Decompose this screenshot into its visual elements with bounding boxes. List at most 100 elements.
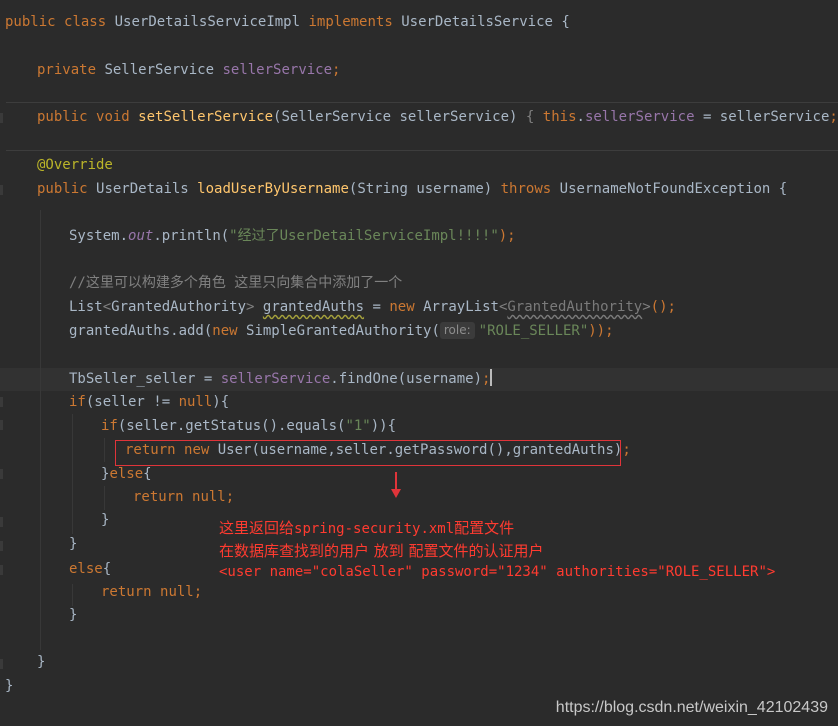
find-one-call: .findOne(username)	[330, 371, 483, 387]
keyword-implements: implements	[308, 14, 393, 30]
generic-close: >	[246, 299, 255, 315]
string-literal: "经过了UserDetailServiceImpl!!!!"	[229, 228, 499, 244]
code-line-return-null[interactable]: return null;	[0, 486, 838, 509]
keyword-void: void	[96, 109, 130, 125]
string-literal: "1"	[345, 418, 371, 434]
keyword-public: public	[37, 181, 88, 197]
close-brace: }	[69, 607, 78, 623]
note-filename: spring-security.xml	[294, 521, 455, 537]
list-type: List	[69, 299, 103, 315]
code-line-else[interactable]: }else{	[0, 463, 838, 486]
parameter-hint: role:	[439, 322, 475, 339]
code-line-field[interactable]: private SellerService sellerService;	[0, 59, 838, 82]
keyword-class: class	[64, 14, 107, 30]
annotation-note-line-3: <user name="colaSeller" password="1234" …	[219, 564, 776, 580]
semicolon: ;	[829, 109, 838, 125]
keyword-else: else	[69, 561, 103, 577]
code-line-close-brace[interactable]: }	[0, 651, 838, 674]
statement-end: );	[498, 228, 516, 244]
field-ref: sellerService	[220, 371, 331, 387]
method-separator	[6, 150, 838, 151]
code-line-comment[interactable]: //这里可以构建多个角色 这里只向集合中添加了一个	[0, 272, 838, 295]
annotation-note-line-1: 这里返回给spring-security.xml配置文件	[219, 517, 514, 538]
keyword-this: this	[542, 109, 577, 125]
note-text: 这里返回给	[219, 519, 295, 537]
open-brace: {	[552, 14, 570, 30]
arrow-shaft	[395, 472, 397, 490]
code-line-if-status[interactable]: if(seller.getStatus().equals("1")){	[0, 415, 838, 438]
open-brace: {	[143, 466, 152, 482]
close-brace: }	[5, 678, 14, 694]
code-line-println[interactable]: System.out.println("经过了UserDetailService…	[0, 225, 838, 248]
keyword-public: public	[5, 14, 56, 30]
close-brace: }	[69, 536, 78, 552]
static-out: out	[128, 228, 154, 244]
dot: .	[576, 109, 585, 125]
condition-end: ){	[212, 394, 230, 410]
code-line-if-null[interactable]: if(seller != null){	[0, 391, 838, 414]
statement-end: ));	[588, 323, 614, 339]
code-line-list-declaration[interactable]: List<GrantedAuthority> grantedAuths = ne…	[0, 296, 838, 319]
string-literal: "ROLE_SELLER"	[478, 323, 589, 339]
watermark: https://blog.csdn.net/weixin_42102439	[555, 699, 828, 716]
override-annotation: @Override	[37, 157, 113, 173]
condition: (seller !=	[85, 394, 179, 410]
code-line-close-brace[interactable]: }	[0, 604, 838, 627]
seller-declaration: TbSeller_seller =	[69, 371, 221, 387]
assignment: = sellerService	[694, 109, 830, 125]
keyword-if: if	[101, 418, 118, 434]
line-comment: //这里可以构建多个角色 这里只向集合中添加了一个	[69, 275, 403, 291]
statement-end: ();	[650, 299, 676, 315]
semicolon: ;	[332, 62, 341, 78]
field-type: SellerService	[104, 62, 215, 78]
text-caret	[490, 369, 493, 386]
method-name-setter: setSellerService	[138, 109, 274, 125]
redundant-generic-type: GrantedAuthority	[507, 299, 643, 315]
semicolon: ;	[622, 442, 631, 458]
semicolon: ;	[225, 489, 235, 505]
method-params: (SellerService sellerService)	[273, 109, 518, 125]
arraylist-type: ArrayList	[423, 299, 499, 315]
method-separator	[6, 102, 838, 103]
keyword-else: else	[109, 466, 144, 482]
keyword-if: if	[69, 394, 86, 410]
open-brace: {	[770, 181, 788, 197]
keyword-null: null	[160, 584, 194, 600]
keyword-new: new	[389, 299, 415, 315]
code-line-find-one[interactable]: TbSeller_seller = sellerService.findOne(…	[0, 368, 838, 391]
arrow-down-icon	[391, 489, 401, 498]
keyword-new: new	[212, 323, 238, 339]
code-line-method-signature[interactable]: public UserDetails loadUserByUsername(St…	[0, 178, 838, 201]
system-class: System.	[69, 228, 129, 244]
field-ref: sellerService	[584, 109, 695, 125]
return-type: UserDetails	[96, 181, 189, 197]
method-name-load-user: loadUserByUsername	[197, 181, 349, 197]
note-text: 配置文件	[454, 519, 515, 537]
assignment: =	[364, 299, 390, 315]
keyword-return: return	[133, 489, 184, 505]
code-line-class-declaration[interactable]: public class UserDetailsServiceImpl impl…	[0, 11, 838, 34]
keyword-null: null	[178, 394, 213, 410]
keyword-private: private	[37, 62, 97, 78]
generic-close: >	[642, 299, 651, 315]
variable-granted-auths: grantedAuths	[262, 299, 365, 315]
code-line-close-brace[interactable]: }	[0, 675, 838, 698]
semicolon: ;	[193, 584, 203, 600]
code-line-add-authority[interactable]: grantedAuths.add(new SimpleGrantedAuthor…	[0, 320, 838, 343]
status-condition: (seller.getStatus().equals(	[117, 418, 346, 434]
folded-brace-open[interactable]: {	[526, 109, 534, 125]
authority-constructor: SimpleGrantedAuthority(	[237, 323, 440, 339]
close-brace: }	[101, 512, 110, 528]
keyword-public: public	[37, 109, 88, 125]
code-line-return-null[interactable]: return null;	[0, 581, 838, 604]
exception-type: UsernameNotFoundException	[559, 181, 771, 197]
code-line-setter[interactable]: public void setSellerService(SellerServi…	[0, 106, 838, 129]
annotation-note-line-2: 在数据库查找到的用户 放到 配置文件的认证用户	[219, 542, 544, 560]
keyword-null: null	[192, 489, 226, 505]
semicolon: ;	[482, 371, 491, 387]
field-name: sellerService	[222, 62, 333, 78]
open-brace: {	[102, 561, 112, 577]
code-line-annotation[interactable]: @Override	[0, 154, 838, 177]
interface-name: UserDetailsService	[401, 14, 553, 30]
println-call: .println(	[153, 228, 230, 244]
